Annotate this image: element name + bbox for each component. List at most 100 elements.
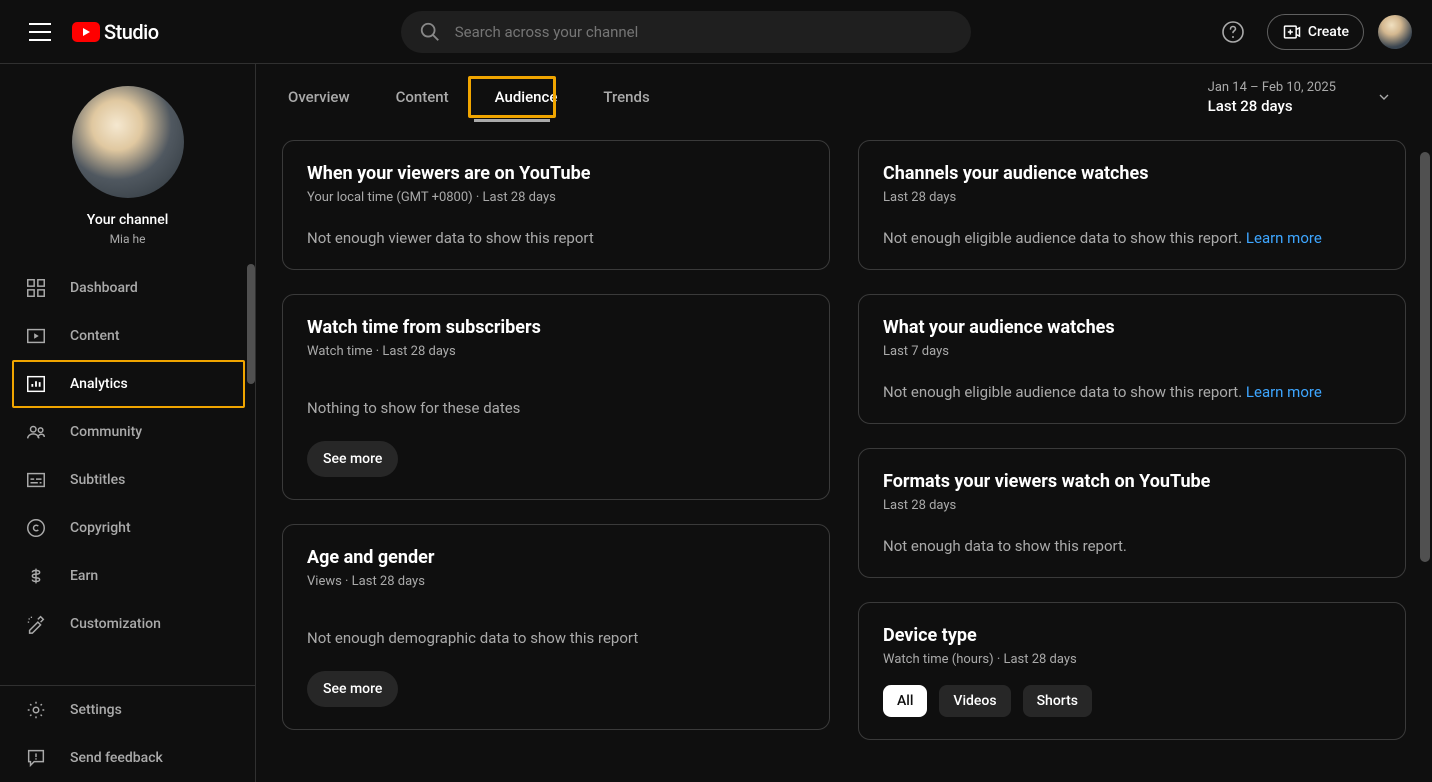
- card-title: When your viewers are on YouTube: [307, 163, 805, 184]
- main: Overview Content Audience Trends Jan 14 …: [256, 64, 1432, 782]
- tab-overview[interactable]: Overview: [282, 82, 356, 112]
- tab-content[interactable]: Content: [390, 82, 455, 112]
- sidebar-nav: Dashboard Content Analytics Community Su…: [0, 264, 255, 685]
- channel-block[interactable]: Your channel Mia he: [0, 64, 255, 264]
- left-column: When your viewers are on YouTube Your lo…: [282, 140, 830, 740]
- community-icon: [25, 421, 47, 443]
- date-range-picker[interactable]: Jan 14 – Feb 10, 2025 Last 28 days: [1208, 80, 1392, 115]
- sidebar-item-copyright[interactable]: Copyright: [0, 504, 255, 552]
- sidebar-item-label: Settings: [70, 702, 122, 718]
- tab-trends[interactable]: Trends: [597, 82, 655, 112]
- card-subtitle: Watch time (hours) · Last 28 days: [883, 652, 1381, 667]
- sidebar-item-label: Subtitles: [70, 472, 125, 488]
- sidebar-item-feedback[interactable]: Send feedback: [0, 734, 255, 782]
- create-label: Create: [1308, 24, 1349, 40]
- card-title: Watch time from subscribers: [307, 317, 805, 338]
- chevron-down-icon: [1376, 89, 1392, 105]
- card-msg-text: Not enough eligible audience data to sho…: [883, 383, 1246, 401]
- sidebar-scrollbar[interactable]: [247, 264, 255, 384]
- earn-icon: [25, 565, 47, 587]
- card-title: Channels your audience watches: [883, 163, 1381, 184]
- card-title: Formats your viewers watch on YouTube: [883, 471, 1381, 492]
- sidebar-item-label: Community: [70, 424, 142, 440]
- studio-logo[interactable]: Studio: [72, 20, 159, 44]
- dashboard-icon: [25, 277, 47, 299]
- card-message: Not enough viewer data to show this repo…: [307, 229, 805, 247]
- card-title: Device type: [883, 625, 1381, 646]
- header-right: Create: [1213, 12, 1412, 52]
- sidebar-item-community[interactable]: Community: [0, 408, 255, 456]
- account-avatar[interactable]: [1378, 15, 1412, 49]
- card-message: Nothing to show for these dates: [307, 399, 805, 417]
- sidebar-bottom: Settings Send feedback: [0, 685, 255, 782]
- card-subtitle: Last 7 days: [883, 344, 1381, 359]
- tabs-row: Overview Content Audience Trends Jan 14 …: [256, 64, 1432, 130]
- sidebar-item-dashboard[interactable]: Dashboard: [0, 264, 255, 312]
- content-area: When your viewers are on YouTube Your lo…: [256, 130, 1432, 782]
- help-icon: [1221, 20, 1245, 44]
- card-subtitle: Last 28 days: [883, 498, 1381, 513]
- right-column: Channels your audience watches Last 28 d…: [858, 140, 1406, 740]
- sidebar-item-content[interactable]: Content: [0, 312, 255, 360]
- chip-all[interactable]: All: [883, 685, 927, 717]
- card-msg-text: Not enough eligible audience data to sho…: [883, 229, 1246, 247]
- channel-title: Your channel: [87, 212, 169, 228]
- feedback-icon: [25, 747, 47, 769]
- sidebar-item-customization[interactable]: Customization: [0, 600, 255, 648]
- hamburger-menu-button[interactable]: [20, 12, 60, 52]
- copyright-icon: [25, 517, 47, 539]
- card-message: Not enough eligible audience data to sho…: [883, 383, 1381, 401]
- customization-icon: [25, 613, 47, 635]
- card-subtitle: Watch time · Last 28 days: [307, 344, 805, 359]
- subtitles-icon: [25, 469, 47, 491]
- channel-avatar: [72, 86, 184, 198]
- card-device-type: Device type Watch time (hours) · Last 28…: [858, 602, 1406, 740]
- header: Studio Create: [0, 0, 1432, 64]
- chip-shorts[interactable]: Shorts: [1023, 685, 1092, 717]
- create-icon: [1282, 22, 1302, 42]
- sidebar-item-label: Analytics: [70, 376, 128, 392]
- sidebar-item-label: Content: [70, 328, 120, 344]
- main-scrollbar[interactable]: [1420, 152, 1430, 562]
- settings-icon: [25, 699, 47, 721]
- see-more-button[interactable]: See more: [307, 671, 398, 707]
- see-more-button[interactable]: See more: [307, 441, 398, 477]
- tab-underline: [474, 119, 550, 122]
- analytics-tabs: Overview Content Audience Trends: [282, 82, 656, 112]
- analytics-icon: [25, 373, 47, 395]
- learn-more-link[interactable]: Learn more: [1246, 383, 1322, 401]
- card-formats-viewers-watch: Formats your viewers watch on YouTube La…: [858, 448, 1406, 578]
- sidebar-item-label: Customization: [70, 616, 161, 632]
- card-watch-time-subscribers: Watch time from subscribers Watch time ·…: [282, 294, 830, 500]
- card-subtitle: Views · Last 28 days: [307, 574, 805, 589]
- card-title: What your audience watches: [883, 317, 1381, 338]
- youtube-icon: [72, 22, 100, 42]
- device-type-chips: All Videos Shorts: [883, 685, 1381, 717]
- card-viewers-on-youtube: When your viewers are on YouTube Your lo…: [282, 140, 830, 270]
- search-box[interactable]: [401, 11, 971, 53]
- tab-audience[interactable]: Audience: [489, 82, 564, 112]
- search-input[interactable]: [455, 23, 953, 41]
- create-button[interactable]: Create: [1267, 14, 1364, 50]
- date-range-text: Jan 14 – Feb 10, 2025: [1208, 80, 1336, 95]
- chip-videos[interactable]: Videos: [939, 685, 1010, 717]
- learn-more-link[interactable]: Learn more: [1246, 229, 1322, 247]
- card-subtitle: Your local time (GMT +0800) · Last 28 da…: [307, 190, 805, 205]
- sidebar: Your channel Mia he Dashboard Content An…: [0, 64, 256, 782]
- search-container: [159, 11, 1213, 53]
- sidebar-item-subtitles[interactable]: Subtitles: [0, 456, 255, 504]
- sidebar-item-label: Dashboard: [70, 280, 138, 296]
- sidebar-item-label: Earn: [70, 568, 98, 584]
- sidebar-item-settings[interactable]: Settings: [0, 686, 255, 734]
- channel-name: Mia he: [110, 232, 146, 246]
- card-subtitle: Last 28 days: [883, 190, 1381, 205]
- sidebar-item-earn[interactable]: Earn: [0, 552, 255, 600]
- help-button[interactable]: [1213, 12, 1253, 52]
- search-icon: [419, 21, 441, 43]
- card-message: Not enough demographic data to show this…: [307, 629, 805, 647]
- sidebar-item-label: Send feedback: [70, 750, 163, 766]
- card-channels-audience-watches: Channels your audience watches Last 28 d…: [858, 140, 1406, 270]
- date-range-label: Last 28 days: [1208, 97, 1293, 115]
- sidebar-item-analytics[interactable]: Analytics: [0, 360, 255, 408]
- content-icon: [25, 325, 47, 347]
